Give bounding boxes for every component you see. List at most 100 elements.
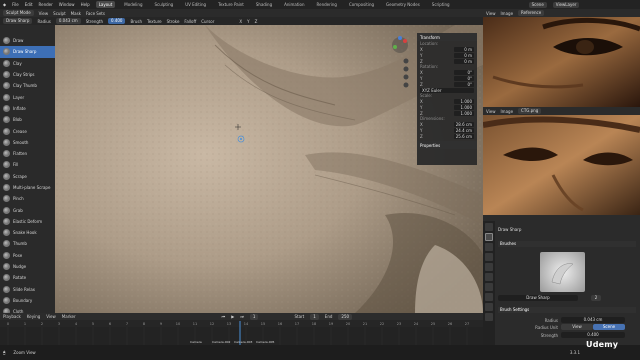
image-menu[interactable]: Image (501, 11, 514, 16)
workspace-tab-shading[interactable]: Shading (253, 1, 275, 8)
brush-item-elastic-deform[interactable]: Elastic Deform (0, 216, 55, 227)
rotation-mode-select[interactable]: XYZ Euler (420, 87, 474, 93)
scene-selector[interactable]: Scene (528, 1, 547, 8)
scale-field[interactable]: 1.000 (454, 104, 474, 110)
reference-image-face[interactable] (483, 115, 640, 215)
perspective-toggle-icon[interactable] (403, 82, 409, 88)
strength-field[interactable]: 0.400 (108, 18, 126, 24)
view-menu-2[interactable]: View (486, 109, 496, 114)
image-selector[interactable]: Reference (518, 10, 545, 16)
brush-item-pinch[interactable]: Pinch (0, 193, 55, 204)
reference-image-eye[interactable] (483, 17, 640, 107)
workspace-tab-compositing[interactable]: Compositing (346, 1, 377, 8)
brush-item-blob[interactable]: Blob (0, 114, 55, 125)
gizmo-x-axis[interactable] (403, 39, 407, 43)
scale-field[interactable]: 1.000 (454, 110, 474, 116)
props-strength-field[interactable]: 0.400 (561, 332, 625, 338)
falloff-menu[interactable]: Falloff (184, 19, 196, 24)
brush-item-inflate[interactable]: Inflate (0, 103, 55, 114)
location-field[interactable]: 0 m (454, 52, 474, 58)
blender-logo-icon[interactable]: ◆ (3, 2, 6, 7)
radius-unit-scene[interactable]: Scene (593, 324, 625, 330)
brush-item-draw-sharp[interactable]: Draw Sharp (0, 46, 55, 58)
brush-item-clay[interactable]: Clay (0, 58, 55, 69)
camera-marker[interactable]: Camera.005 (256, 340, 275, 344)
properties-panel-header[interactable]: Properties (417, 141, 477, 149)
gizmo-y-axis[interactable] (393, 45, 397, 49)
pan-hand-icon[interactable] (403, 66, 409, 72)
material-tab-icon[interactable] (485, 313, 493, 321)
brush-item-clay-thumb[interactable]: Clay Thumb (0, 80, 55, 91)
brush-preview-thumbnail[interactable] (540, 252, 585, 292)
radius-field[interactable]: 0.043 cm (55, 18, 81, 24)
workspace-tab-geometry-nodes[interactable]: Geometry Nodes (383, 1, 423, 8)
menu-edit[interactable]: Edit (25, 2, 33, 7)
rotation-field[interactable]: 0° (454, 69, 474, 75)
menu-help[interactable]: Help (81, 2, 90, 7)
world-tab-icon[interactable] (485, 283, 493, 291)
render-tab-icon[interactable] (485, 243, 493, 251)
keying-menu[interactable]: Keying (27, 314, 40, 319)
jump-end-icon[interactable]: ⏭ (240, 314, 244, 319)
camera-marker[interactable]: Camera.002 (212, 340, 231, 344)
modifier-tab-icon[interactable] (485, 303, 493, 311)
cursor-menu[interactable]: Cursor (201, 19, 214, 24)
brush-selector[interactable]: Draw Sharp (3, 18, 33, 24)
end-frame-field[interactable]: 250 (338, 313, 353, 320)
workspace-tab-animation[interactable]: Animation (281, 1, 307, 8)
dimension-field[interactable]: 25.6 cm (453, 133, 474, 139)
view-menu[interactable]: View (486, 11, 496, 16)
brush-item-snake-hook[interactable]: Snake Hook (0, 227, 55, 238)
location-field[interactable]: 0 m (454, 58, 474, 64)
camera-marker[interactable]: Camera (190, 340, 202, 344)
zoom-icon[interactable] (403, 58, 409, 64)
symmetry-y[interactable]: Y (247, 19, 249, 24)
object-tab-icon[interactable] (485, 293, 493, 301)
image-selector-2[interactable]: CTG.png (518, 108, 542, 114)
workspace-tab-modeling[interactable]: Modeling (121, 1, 145, 8)
brush-item-flatten[interactable]: Flatten (0, 148, 55, 159)
camera-view-icon[interactable] (403, 74, 409, 80)
mode-selector[interactable]: Sculpt Mode (3, 10, 34, 16)
brush-users-count[interactable]: 2 (591, 295, 601, 301)
brush-item-scrape[interactable]: Scrape (0, 171, 55, 182)
workspace-tab-rendering[interactable]: Rendering (314, 1, 340, 8)
brush-settings-header[interactable]: Brush Settings (498, 307, 636, 313)
brush-item-pose[interactable]: Pose (0, 250, 55, 261)
view-layer-selector[interactable]: ViewLayer (552, 1, 580, 8)
tool-tab-icon[interactable] (485, 223, 493, 231)
brush-item-slide-relax[interactable]: Slide Relax (0, 284, 55, 295)
menu-mask[interactable]: Mask (71, 11, 81, 16)
location-field[interactable]: 0 m (454, 46, 474, 52)
symmetry-z[interactable]: Z (255, 19, 258, 24)
menu-window[interactable]: Window (59, 2, 75, 7)
rotation-field[interactable]: 0° (454, 81, 474, 87)
stroke-menu[interactable]: Stroke (167, 19, 180, 24)
gizmo-z-axis[interactable] (398, 36, 402, 40)
brush-item-rotate[interactable]: Rotate (0, 272, 55, 283)
scale-field[interactable]: 1.000 (454, 98, 474, 104)
brush-item-nudge[interactable]: Nudge (0, 261, 55, 272)
brush-item-clay-strips[interactable]: Clay Strips (0, 69, 55, 80)
menu-sculpt[interactable]: Sculpt (53, 11, 66, 16)
brush-item-draw[interactable]: Draw (0, 35, 55, 46)
dimension-field[interactable]: 28.6 cm (453, 121, 474, 127)
camera-marker[interactable]: Camera.003 (234, 340, 253, 344)
texture-menu[interactable]: Texture (147, 19, 162, 24)
scene-tab-icon[interactable] (485, 273, 493, 281)
brush-menu[interactable]: Brush (130, 19, 142, 24)
workspace-tab-texture-paint[interactable]: Texture Paint (215, 1, 247, 8)
jump-start-icon[interactable]: ⏮ (222, 314, 226, 319)
symmetry-x[interactable]: X (239, 19, 242, 24)
brush-item-layer[interactable]: Layer (0, 91, 55, 102)
brush-tab-icon[interactable] (485, 233, 493, 241)
workspace-tab-uv-editing[interactable]: UV Editing (182, 1, 209, 8)
transform-panel-header[interactable]: Transform (417, 33, 477, 41)
navigation-gizmo[interactable] (388, 35, 412, 95)
workspace-tab-scripting[interactable]: Scripting (429, 1, 453, 8)
menu-render[interactable]: Render (39, 2, 53, 7)
dimension-field[interactable]: 24.4 cm (453, 127, 474, 133)
menu-view[interactable]: View (39, 11, 49, 16)
image-menu-2[interactable]: Image (501, 109, 514, 114)
playback-menu[interactable]: Playback (3, 314, 21, 319)
